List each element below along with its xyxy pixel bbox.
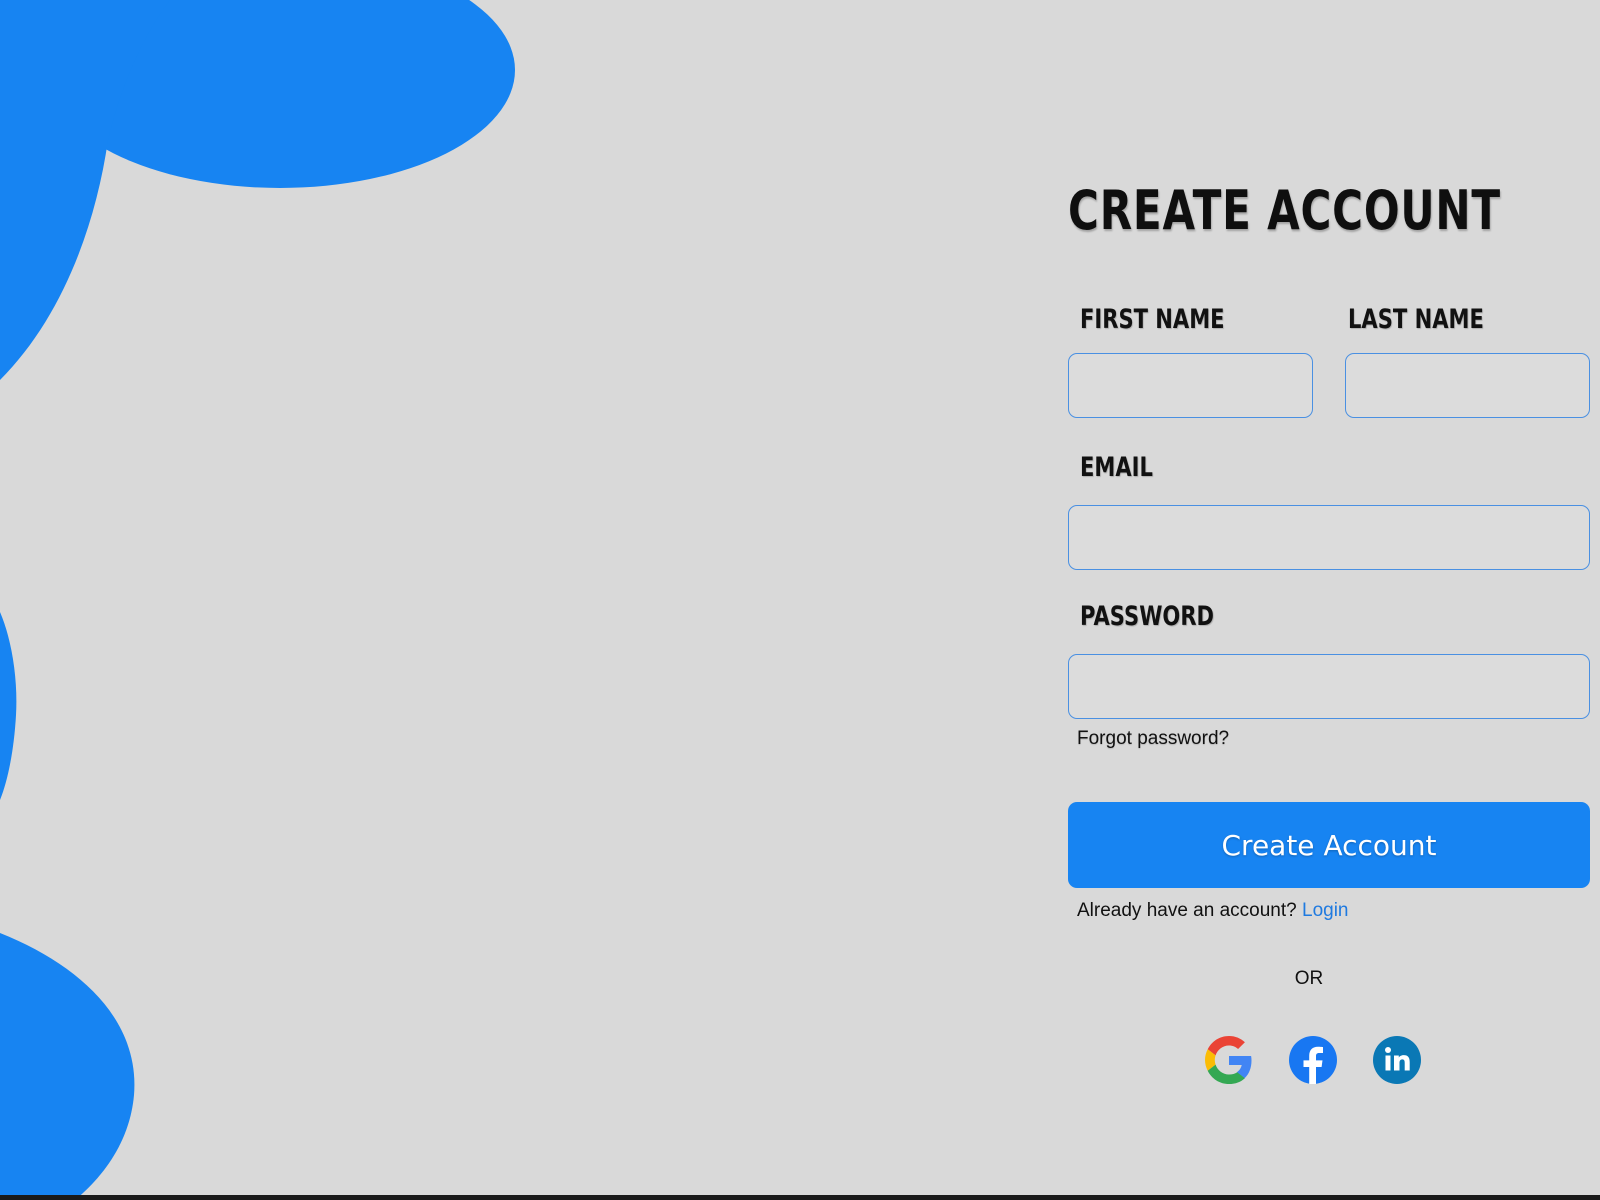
page-title: CREATE ACCOUNT (1068, 179, 1501, 242)
bottom-left-blob (0, 933, 135, 1200)
signup-page: CREATE ACCOUNT FIRST NAME LAST NAME EMAI… (0, 0, 1600, 1200)
already-have-account-text: Already have an account? (1077, 900, 1297, 921)
left-middle-blob (0, 612, 17, 800)
facebook-icon[interactable] (1289, 1036, 1337, 1084)
first-name-input[interactable] (1068, 353, 1313, 418)
social-login-buttons (1205, 1036, 1421, 1084)
bottom-bar (0, 1195, 1600, 1200)
password-input[interactable] (1068, 654, 1590, 719)
last-name-input[interactable] (1345, 353, 1590, 418)
email-label: EMAIL (1080, 452, 1153, 483)
google-icon[interactable] (1205, 1036, 1253, 1084)
login-link[interactable]: Login (1302, 900, 1349, 921)
first-name-label: FIRST NAME (1080, 304, 1225, 335)
forgot-password-link[interactable]: Forgot password? (1077, 728, 1229, 750)
password-label: PASSWORD (1080, 601, 1215, 632)
or-divider: OR (1294, 968, 1324, 989)
last-name-label: LAST NAME (1348, 304, 1484, 335)
email-input[interactable] (1068, 505, 1590, 570)
create-account-button[interactable]: Create Account (1068, 802, 1590, 888)
login-prompt: Already have an account? Login (1077, 900, 1349, 922)
linkedin-icon[interactable] (1373, 1036, 1421, 1084)
